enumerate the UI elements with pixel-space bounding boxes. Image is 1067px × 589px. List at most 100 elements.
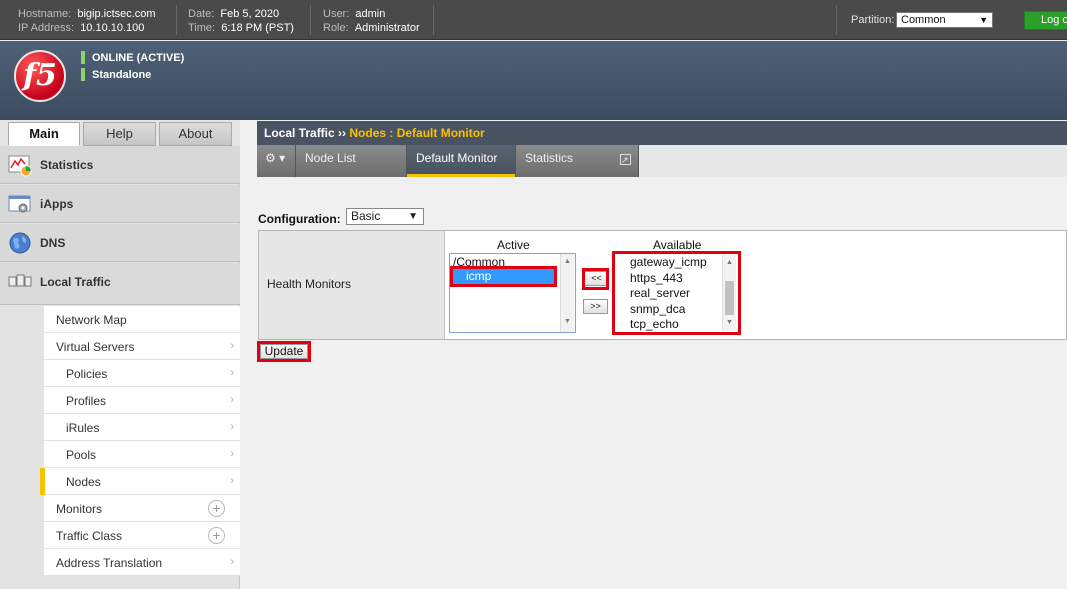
nav-statistics[interactable]: Statistics: [0, 146, 240, 184]
divider: [310, 5, 311, 35]
nav-virtual-servers[interactable]: Virtual Servers ›: [44, 333, 240, 360]
divider: [836, 5, 837, 35]
user-value: admin: [355, 8, 386, 20]
tab-statistics[interactable]: Statistics: [516, 145, 639, 177]
tab-default-monitor[interactable]: Default Monitor: [407, 145, 516, 177]
status-mode: Standalone: [81, 68, 151, 81]
role-label: Role:: [323, 22, 349, 34]
time-label: Time:: [188, 22, 216, 34]
left-tab-bar: Main Help About: [0, 120, 240, 146]
nav-virtual-servers-label: Virtual Servers: [56, 340, 135, 354]
scroll-down-icon: ▼: [564, 318, 571, 325]
breadcrumb-current: Nodes : Default Monitor: [349, 126, 485, 140]
dropdown-arrow-icon: ▼: [979, 15, 988, 25]
nav-local-traffic-label: Local Traffic: [40, 275, 111, 289]
nav-monitors-label: Monitors: [56, 502, 103, 516]
status-banner: f5 ONLINE (ACTIVE) Standalone: [0, 41, 1067, 120]
available-heading: Available: [653, 238, 702, 252]
chevron-right-icon: ›: [230, 556, 234, 568]
health-monitors-label-cell: Health Monitors: [259, 231, 445, 339]
nav-irules-label: iRules: [66, 421, 100, 435]
chevron-right-icon: ›: [230, 421, 234, 433]
configuration-select[interactable]: Basic ▼: [346, 208, 424, 225]
chevron-right-icon: ›: [230, 475, 234, 487]
gear-icon: ⚙ ▾: [265, 151, 286, 165]
ip-label: IP Address:: [18, 22, 75, 34]
logout-button[interactable]: Log o: [1024, 11, 1067, 30]
nav-statistics-label: Statistics: [40, 158, 94, 172]
highlight-active-item: [450, 266, 557, 287]
nav-address-translation[interactable]: Address Translation ›: [44, 549, 240, 576]
dns-globe-icon: [9, 232, 31, 254]
gear-menu-button[interactable]: ⚙ ▾: [257, 145, 296, 177]
f5-logo: f5: [14, 50, 66, 102]
breadcrumb: Local Traffic ›› Nodes : Default Monitor: [257, 121, 1067, 145]
iapps-icon: [8, 195, 31, 213]
breadcrumb-separator: ››: [338, 126, 347, 140]
page-tab-bar: ⚙ ▾ Node List Default Monitor Statistics: [257, 145, 1067, 177]
ip-value: 10.10.10.100: [80, 22, 145, 34]
divider: [433, 5, 434, 35]
tab-node-list[interactable]: Node List: [296, 145, 407, 177]
local-traffic-icon: [8, 274, 32, 287]
nav-iapps[interactable]: iApps: [0, 185, 240, 223]
chevron-right-icon: ›: [230, 394, 234, 406]
role-value: Administrator: [354, 22, 420, 34]
configuration-value: Basic: [351, 209, 381, 223]
health-monitors-label: Health Monitors: [267, 277, 352, 291]
nav-profiles[interactable]: Profiles ›: [44, 387, 240, 414]
user-info: User: admin Role: Administrator: [323, 7, 420, 35]
datetime-info: Date: Feb 5, 2020 Time: 6:18 PM (PST): [188, 7, 294, 35]
tab-statistics-label: Statistics: [525, 151, 574, 165]
chevron-right-icon: ›: [230, 448, 234, 460]
top-info-bar: Hostname: bigip.ictsec.com IP Address: 1…: [0, 0, 1067, 40]
nav-local-traffic[interactable]: Local Traffic: [0, 263, 240, 305]
chevron-right-icon: ›: [230, 340, 234, 352]
highlight-update-button: [257, 341, 311, 362]
breadcrumb-section[interactable]: Local Traffic: [264, 126, 335, 140]
nav-network-map-label: Network Map: [56, 313, 127, 327]
partition-select[interactable]: Common ▼: [896, 12, 993, 28]
dropdown-arrow-icon: ▼: [408, 211, 418, 222]
date-label: Date:: [188, 8, 215, 20]
nav-nodes-label: Nodes: [66, 475, 101, 489]
partition-label: Partition:: [851, 14, 895, 26]
highlight-available-list: [612, 251, 741, 335]
scroll-up-icon: ▲: [564, 258, 571, 265]
nav-traffic-class[interactable]: Traffic Class +: [44, 522, 240, 549]
subnav-gutter: [0, 306, 44, 576]
nav-nodes[interactable]: Nodes ›: [40, 468, 240, 495]
nav-policies[interactable]: Policies ›: [44, 360, 240, 387]
configuration-label: Configuration:: [258, 212, 341, 226]
nav-monitors[interactable]: Monitors +: [44, 495, 240, 522]
statistics-icon: [8, 155, 32, 177]
hostname-label: Hostname:: [18, 8, 72, 20]
date-value: Feb 5, 2020: [220, 8, 280, 20]
move-to-available-button[interactable]: >>: [583, 299, 608, 314]
nav-dns-label: DNS: [40, 236, 66, 250]
host-info: Hostname: bigip.ictsec.com IP Address: 1…: [18, 7, 156, 35]
nav-address-translation-label: Address Translation: [56, 556, 163, 570]
add-traffic-class-icon[interactable]: +: [208, 527, 225, 544]
nav-network-map[interactable]: Network Map: [44, 306, 240, 333]
nav-pools-label: Pools: [66, 448, 97, 462]
nav-irules[interactable]: iRules ›: [44, 414, 240, 441]
tab-main[interactable]: Main: [8, 122, 80, 146]
user-label: User:: [323, 8, 350, 20]
divider: [176, 5, 177, 35]
nav-traffic-class-label: Traffic Class: [56, 529, 123, 543]
hostname-value: bigip.ictsec.com: [77, 8, 156, 20]
tab-about[interactable]: About: [159, 122, 232, 146]
tab-help[interactable]: Help: [83, 122, 156, 146]
active-list-scrollbar[interactable]: ▲ ▼: [560, 254, 574, 332]
time-value: 6:18 PM (PST): [221, 22, 294, 34]
active-heading: Active: [497, 238, 530, 252]
nav-dns[interactable]: DNS: [0, 224, 240, 262]
nav-pools[interactable]: Pools ›: [44, 441, 240, 468]
status-online: ONLINE (ACTIVE): [81, 51, 184, 64]
chevron-right-icon: ›: [230, 367, 234, 379]
nav-profiles-label: Profiles: [66, 394, 107, 408]
nav-iapps-label: iApps: [40, 197, 74, 211]
highlight-move-button: [582, 268, 609, 290]
add-monitor-icon[interactable]: +: [208, 500, 225, 517]
